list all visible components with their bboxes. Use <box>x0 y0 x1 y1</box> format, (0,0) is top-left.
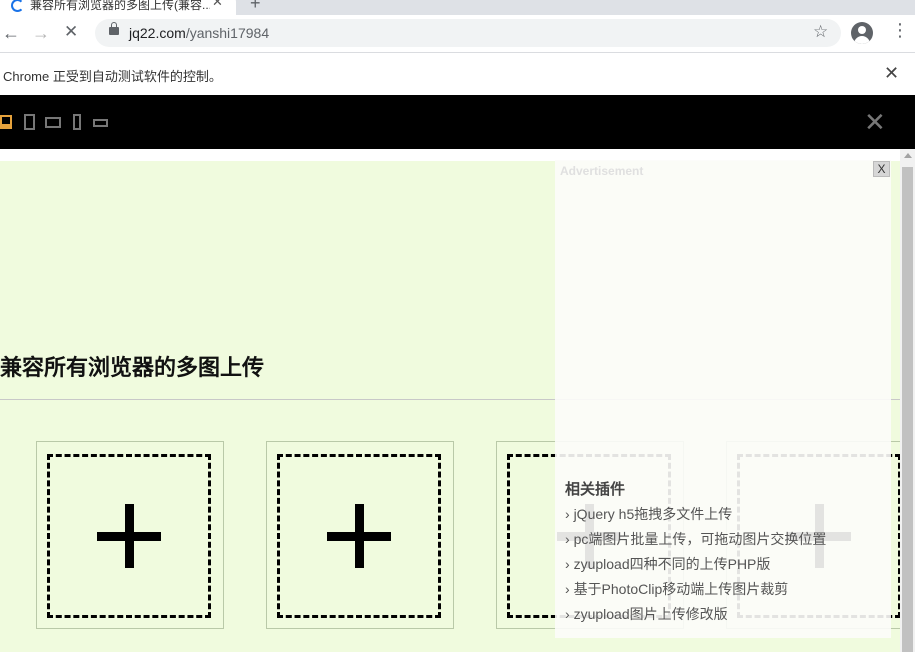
tablet-landscape-icon[interactable] <box>45 117 61 128</box>
new-tab-icon[interactable]: + <box>250 0 261 14</box>
tablet-portrait-icon[interactable] <box>24 114 35 130</box>
tab-strip: 兼容所有浏览器的多图上传(兼容... ✕ + <box>0 0 915 15</box>
automation-infobar: Chrome 正受到自动测试软件的控制。 ✕ <box>0 52 915 96</box>
loading-spinner-icon <box>11 0 24 12</box>
star-icon[interactable]: ☆ <box>813 22 828 42</box>
upload-slot[interactable] <box>36 441 224 629</box>
close-icon[interactable]: ✕ <box>864 107 886 138</box>
desktop-stand-icon <box>0 126 12 129</box>
browser-toolbar: ← → ✕ jq22.com/yanshi17984 ☆ ⋮ <box>0 15 915 52</box>
device-preview-bar: ✕ <box>0 95 915 149</box>
chevron-right-icon: › <box>565 606 570 622</box>
infobar-close-icon[interactable]: ✕ <box>884 63 899 84</box>
upload-dropzone[interactable] <box>277 454 441 618</box>
ad-close-button[interactable]: X <box>873 161 890 177</box>
related-link[interactable]: › zyupload四种不同的上传PHP版 <box>565 555 885 580</box>
phone-landscape-icon[interactable] <box>93 119 108 127</box>
desktop-icon[interactable] <box>0 115 12 126</box>
browser-tab[interactable]: 兼容所有浏览器的多图上传(兼容... ✕ <box>0 0 236 15</box>
related-link[interactable]: › jQuery h5拖拽多文件上传 <box>565 505 885 530</box>
related-link[interactable]: › 基于PhotoClip移动端上传图片裁剪 <box>565 580 885 605</box>
scroll-up-icon[interactable] <box>904 153 912 158</box>
back-arrow-icon[interactable]: ← <box>2 23 20 44</box>
related-link[interactable]: › pc端图片批量上传，可拖动图片交换位置 <box>565 530 885 555</box>
address-bar[interactable]: jq22.com/yanshi17984 ☆ <box>95 19 841 47</box>
upload-slot[interactable] <box>266 441 454 629</box>
page-title: 兼容所有浏览器的多图上传 <box>0 355 265 380</box>
account-icon[interactable] <box>851 22 873 44</box>
chevron-right-icon: › <box>565 506 570 522</box>
url-domain: jq22.com <box>129 25 186 41</box>
scroll-thumb[interactable] <box>902 167 913 652</box>
forward-arrow-icon[interactable]: → <box>32 23 50 44</box>
chevron-right-icon: › <box>565 531 570 547</box>
chevron-right-icon: › <box>565 556 570 572</box>
tab-close-icon[interactable]: ✕ <box>212 0 223 10</box>
related-title: 相关插件 <box>565 481 626 498</box>
chevron-right-icon: › <box>565 581 570 597</box>
tab-title: 兼容所有浏览器的多图上传(兼容... <box>30 0 210 12</box>
ad-label: Advertisement <box>560 164 644 178</box>
url-path: /yanshi17984 <box>185 25 270 41</box>
url-text[interactable]: jq22.com/yanshi17984 <box>129 25 269 41</box>
phone-portrait-icon[interactable] <box>73 114 81 130</box>
more-vert-icon[interactable]: ⋮ <box>891 21 909 39</box>
related-link[interactable]: › zyupload图片上传修改版 <box>565 605 885 630</box>
stop-loading-icon[interactable]: ✕ <box>64 22 78 42</box>
lock-icon <box>109 22 119 35</box>
infobar-text: Chrome 正受到自动测试软件的控制。 <box>3 69 222 84</box>
advertisement-panel: Advertisement X 相关插件 › jQuery h5拖拽多文件上传 … <box>555 160 891 638</box>
upload-dropzone[interactable] <box>47 454 211 618</box>
related-plugins: 相关插件 › jQuery h5拖拽多文件上传 › pc端图片批量上传，可拖动图… <box>565 478 885 630</box>
page-scrollbar[interactable] <box>900 149 915 652</box>
